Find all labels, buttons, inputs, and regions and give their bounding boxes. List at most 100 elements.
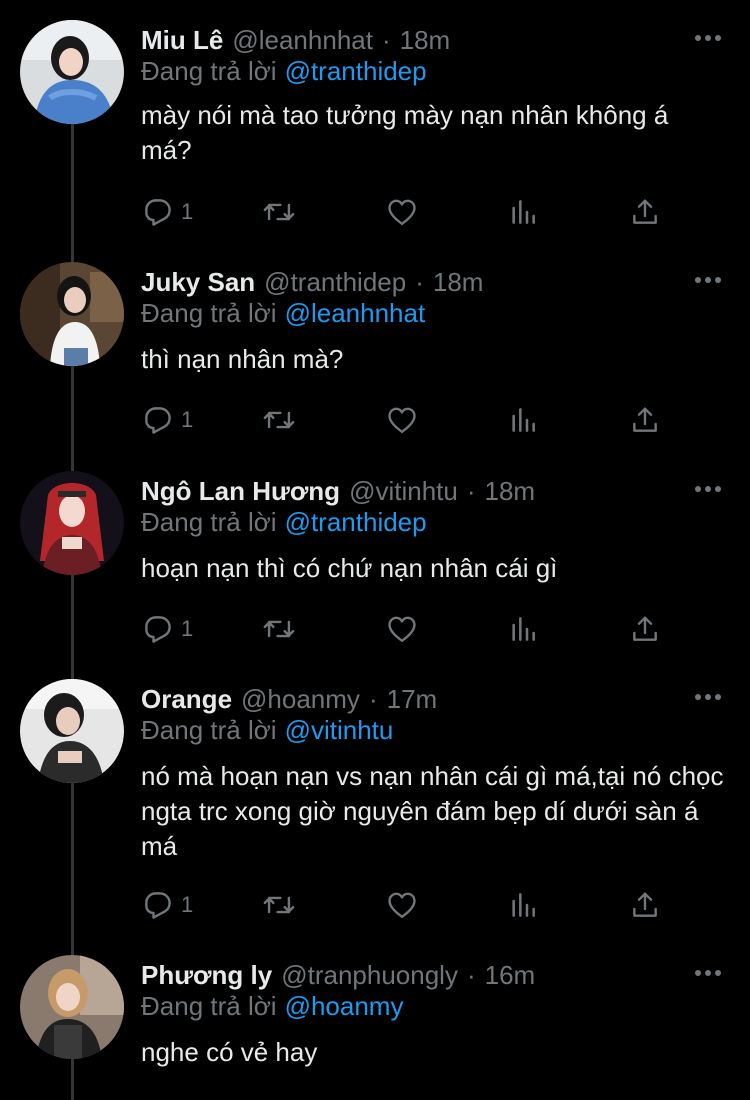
reply-button[interactable]: 1 xyxy=(141,609,193,649)
separator-dot: · xyxy=(466,959,476,990)
retweet-icon xyxy=(263,411,295,429)
like-button[interactable] xyxy=(385,400,419,440)
share-icon xyxy=(633,892,657,917)
avatar[interactable] xyxy=(20,679,124,783)
thread-connector-line xyxy=(71,943,74,955)
separator-dot: · xyxy=(466,475,476,506)
user-handle[interactable]: @tranphuongly xyxy=(281,960,458,991)
share-button[interactable] xyxy=(629,885,661,925)
mention-link[interactable]: @vitinhtu xyxy=(285,715,394,745)
display-name[interactable]: Ngô Lan Hương xyxy=(141,476,340,507)
display-name[interactable]: Phương ly xyxy=(141,960,272,991)
tweet[interactable]: Juky San @tranthidep · 18m Đang trả lời @… xyxy=(0,250,750,459)
like-icon xyxy=(388,616,416,642)
display-name[interactable]: Juky San xyxy=(141,267,255,298)
replying-to: Đang trả lời @tranthidep xyxy=(141,507,427,538)
like-icon xyxy=(388,407,416,433)
like-button[interactable] xyxy=(385,192,419,232)
user-handle[interactable]: @hoanmy xyxy=(241,684,360,715)
views-button[interactable] xyxy=(507,192,539,232)
reply-icon xyxy=(145,616,171,643)
separator-dot: · xyxy=(381,24,391,55)
retweet-button[interactable] xyxy=(261,400,297,440)
tweet-text: nghe có vẻ hay xyxy=(141,1037,318,1067)
retweet-button[interactable] xyxy=(261,609,297,649)
thread-connector-line xyxy=(71,1059,74,1100)
tweet-text: nó mà hoạn nạn vs nạn nhân cái gì má,tại… xyxy=(141,761,724,861)
reply-button[interactable]: 1 xyxy=(141,192,193,232)
tweet[interactable]: Orange @hoanmy · 17m Đang trả lời @vitinh… xyxy=(0,667,750,943)
share-icon xyxy=(633,616,657,641)
like-icon xyxy=(388,892,416,918)
thread-connector-line xyxy=(71,366,74,459)
reply-button[interactable]: 1 xyxy=(141,400,193,440)
reply-icon xyxy=(145,199,171,226)
avatar[interactable] xyxy=(20,262,124,366)
views-icon xyxy=(512,200,535,224)
replying-to-label: Đang trả lời xyxy=(141,715,277,745)
replying-to-label: Đang trả lời xyxy=(141,507,277,537)
separator-dot: · xyxy=(368,683,378,714)
tweet[interactable]: Miu Lê @leanhnhat · 18m Đang trả lời @tra… xyxy=(0,0,750,250)
reply-count: 1 xyxy=(181,407,194,432)
mention-link[interactable]: @hoanmy xyxy=(285,991,404,1021)
timestamp[interactable]: 18m xyxy=(433,267,484,298)
like-icon xyxy=(388,199,416,225)
like-button[interactable] xyxy=(385,885,419,925)
replying-to-label: Đang trả lời xyxy=(141,298,277,328)
thread-connector-line xyxy=(71,250,74,262)
reply-button[interactable]: 1 xyxy=(141,885,193,925)
more-options-icon[interactable] xyxy=(694,28,722,48)
views-button[interactable] xyxy=(507,885,539,925)
retweet-button[interactable] xyxy=(261,885,297,925)
separator-dot: · xyxy=(415,266,424,297)
retweet-button[interactable] xyxy=(261,192,297,232)
share-button[interactable] xyxy=(629,192,661,232)
share-button[interactable] xyxy=(629,400,661,440)
user-handle[interactable]: @tranthidep xyxy=(264,267,406,298)
display-name[interactable]: Orange xyxy=(141,684,232,715)
thread-connector-line xyxy=(71,667,74,679)
views-button[interactable] xyxy=(507,609,539,649)
avatar[interactable] xyxy=(20,20,124,124)
user-handle[interactable]: @vitinhtu xyxy=(349,476,458,507)
views-button[interactable] xyxy=(507,400,539,440)
mention-link[interactable]: @tranthidep xyxy=(285,56,427,86)
tweet-text: hoạn nạn thì có chứ nạn nhân cái gì xyxy=(141,553,558,583)
avatar[interactable] xyxy=(20,471,124,575)
action-bar: 1 xyxy=(141,192,681,232)
timestamp[interactable]: 18m xyxy=(400,25,451,56)
timestamp[interactable]: 16m xyxy=(485,960,536,991)
replying-to: Đang trả lời @leanhnhat xyxy=(141,298,425,329)
more-options-icon[interactable] xyxy=(694,687,722,707)
replying-to: Đang trả lời @vitinhtu xyxy=(141,715,393,746)
tweet[interactable]: Ngô Lan Hương @vitinhtu · 18m Đang trả l… xyxy=(0,459,750,667)
share-icon xyxy=(633,407,657,432)
more-options-icon[interactable] xyxy=(694,270,722,290)
mention-link[interactable]: @leanhnhat xyxy=(285,298,426,328)
share-icon xyxy=(633,199,657,224)
thread-connector-line xyxy=(71,459,74,471)
timestamp[interactable]: 18m xyxy=(485,476,536,507)
replying-to-label: Đang trả lời xyxy=(141,991,277,1021)
share-button[interactable] xyxy=(629,609,661,649)
views-icon xyxy=(512,617,535,641)
like-button[interactable] xyxy=(385,609,419,649)
display-name[interactable]: Miu Lê xyxy=(141,25,223,56)
tweet-text: thì nạn nhân mà? xyxy=(141,344,344,374)
thread-connector-line xyxy=(71,124,74,250)
avatar[interactable] xyxy=(20,955,124,1059)
user-handle[interactable]: @leanhnhat xyxy=(232,25,373,56)
tweet[interactable]: Phương ly @tranphuongly · 16m Đang trả l… xyxy=(0,943,750,1100)
more-options-icon[interactable] xyxy=(694,479,722,499)
action-bar: 1 xyxy=(141,400,681,440)
retweet-icon xyxy=(263,896,295,914)
mention-link[interactable]: @tranthidep xyxy=(285,507,427,537)
more-options-icon[interactable] xyxy=(694,963,722,983)
reply-count: 1 xyxy=(181,892,194,917)
views-icon xyxy=(512,893,535,917)
reply-thread: Miu Lê @leanhnhat · 18m Đang trả lời @tra… xyxy=(0,0,750,1100)
timestamp[interactable]: 17m xyxy=(387,684,438,715)
action-bar: 1 xyxy=(141,609,681,649)
reply-icon xyxy=(145,407,171,434)
